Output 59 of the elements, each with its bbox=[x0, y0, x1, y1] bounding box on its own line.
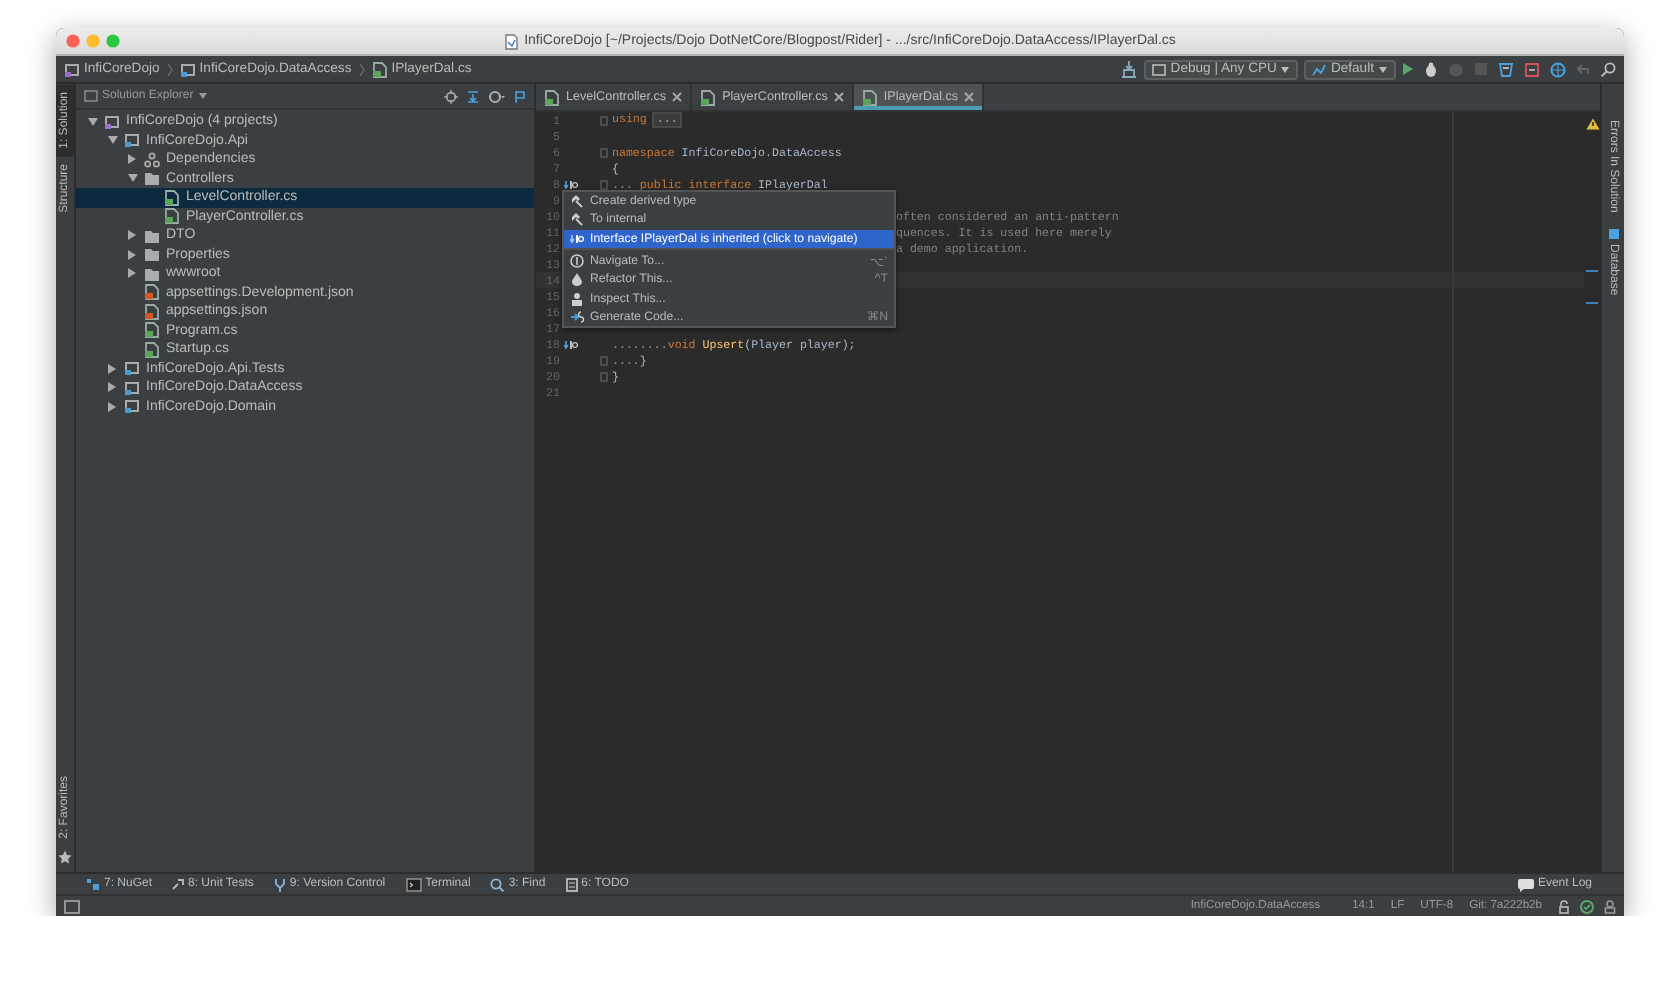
locate-icon[interactable] bbox=[444, 89, 458, 103]
chevron-icon bbox=[357, 61, 366, 77]
generate-icon bbox=[570, 309, 584, 324]
run-icon[interactable] bbox=[1402, 62, 1414, 76]
chart-icon bbox=[1312, 63, 1327, 75]
csharp-file-icon bbox=[544, 89, 560, 105]
collapsed-arrow-icon[interactable] bbox=[128, 249, 136, 260]
lock-icon bbox=[1558, 899, 1570, 913]
implementation-marker-icon bbox=[570, 233, 584, 244]
csharp-file-icon bbox=[700, 89, 717, 105]
csharp-file-icon bbox=[861, 89, 878, 105]
expanded-arrow-icon[interactable] bbox=[87, 117, 97, 126]
caret-icon bbox=[197, 92, 208, 100]
search-icon bbox=[490, 877, 505, 891]
search-icon[interactable] bbox=[1600, 61, 1616, 77]
solution-icon bbox=[64, 61, 80, 77]
build-icon bbox=[1120, 60, 1139, 78]
status-ok-icon bbox=[1580, 899, 1594, 913]
settings-icon[interactable] bbox=[488, 89, 506, 103]
drop-icon bbox=[570, 272, 584, 287]
chevron-icon bbox=[165, 61, 174, 77]
collapsed-arrow-icon[interactable] bbox=[128, 154, 136, 165]
hammer-icon bbox=[570, 194, 584, 209]
collapsed-arrow-icon[interactable] bbox=[128, 268, 136, 279]
close-icon bbox=[833, 92, 844, 102]
expanded-arrow-icon[interactable] bbox=[107, 136, 117, 145]
window-icon bbox=[1152, 63, 1167, 75]
checklist-icon bbox=[565, 877, 578, 891]
dependencies-icon bbox=[144, 151, 160, 168]
csharp-file-icon bbox=[371, 61, 388, 77]
collapsed-arrow-icon[interactable] bbox=[128, 230, 136, 241]
globe-icon[interactable] bbox=[1550, 61, 1566, 77]
collapse-icon[interactable] bbox=[466, 89, 480, 103]
implementation-marker-icon[interactable] bbox=[563, 179, 577, 189]
database-icon bbox=[1607, 228, 1619, 241]
branch-icon bbox=[273, 877, 286, 891]
compass-icon bbox=[570, 254, 584, 269]
implementation-marker-icon[interactable] bbox=[563, 339, 577, 349]
caret-icon bbox=[1378, 65, 1388, 73]
document-icon bbox=[504, 33, 519, 49]
collapsed-arrow-icon[interactable] bbox=[108, 363, 116, 374]
close-button[interactable] bbox=[66, 34, 80, 48]
project-icon bbox=[179, 61, 196, 77]
collapsed-arrow-icon[interactable] bbox=[108, 401, 116, 412]
star-icon bbox=[58, 850, 72, 864]
project-icon bbox=[124, 132, 140, 149]
expanded-arrow-icon[interactable] bbox=[127, 174, 137, 183]
inspect-icon bbox=[570, 291, 584, 306]
solution-icon bbox=[84, 90, 98, 102]
panel-toggle-icon bbox=[64, 899, 80, 913]
close-icon bbox=[672, 92, 683, 102]
pin-icon[interactable] bbox=[514, 89, 526, 103]
hammer-icon bbox=[570, 212, 584, 227]
folder-icon bbox=[144, 170, 160, 187]
close-icon bbox=[964, 92, 975, 102]
collapsed-arrow-icon[interactable] bbox=[108, 382, 116, 393]
caret-icon bbox=[1280, 65, 1291, 73]
speech-bubble-icon bbox=[1517, 877, 1534, 891]
solution-icon bbox=[104, 113, 120, 130]
